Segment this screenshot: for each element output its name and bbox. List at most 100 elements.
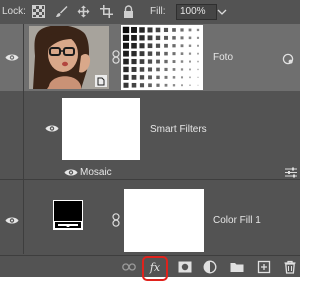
smart-filters-mask-thumbnail[interactable] <box>62 98 140 160</box>
chain-link-icon[interactable] <box>112 213 120 227</box>
mosaic-tile <box>122 34 130 41</box>
mosaic-tile <box>197 68 199 71</box>
fill-input[interactable]: 100% <box>176 4 217 20</box>
layer-mask-thumbnail[interactable] <box>124 189 204 252</box>
layers-panel: Lock: Fill: 100% Foto Smart Filters Mosa… <box>0 0 300 281</box>
mosaic-tile <box>196 36 200 39</box>
mosaic-tile <box>197 76 199 78</box>
mosaic-tile <box>197 52 199 55</box>
layer-row-foto[interactable]: Foto <box>0 24 300 91</box>
lock-position-icon[interactable] <box>77 5 90 18</box>
mosaic-tile <box>180 68 184 71</box>
eye-icon[interactable] <box>64 168 78 177</box>
mosaic-tile <box>188 44 192 47</box>
chain-link-icon[interactable] <box>112 50 120 64</box>
mosaic-tile <box>188 36 192 40</box>
mosaic-tile <box>155 51 161 56</box>
layer-name-foto[interactable]: Foto <box>213 52 233 63</box>
mosaic-tile <box>148 83 152 88</box>
mosaic-tile <box>139 59 145 64</box>
mosaic-tile <box>197 84 199 86</box>
mosaic-tile <box>131 50 137 57</box>
delete-layer-icon[interactable] <box>283 260 297 274</box>
new-group-icon[interactable] <box>230 260 244 274</box>
lock-image-pixels-icon[interactable] <box>55 5 68 18</box>
mosaic-tile <box>188 52 192 55</box>
mosaic-tile <box>189 84 191 86</box>
fill-layer-thumbnail[interactable] <box>53 200 83 230</box>
mosaic-tile <box>147 67 153 72</box>
lock-transparent-pixels-icon[interactable] <box>32 5 45 18</box>
mosaic-tile <box>123 58 129 65</box>
mosaic-tile <box>139 27 145 33</box>
mosaic-tile <box>163 27 169 33</box>
mosaic-tile <box>131 34 137 41</box>
eye-icon[interactable] <box>5 216 19 225</box>
mosaic-tile <box>156 59 160 64</box>
mosaic-tile <box>189 76 191 79</box>
visibility-column-divider <box>23 91 24 179</box>
adjustment-layer-icon[interactable] <box>203 260 217 274</box>
filter-name-mosaic[interactable]: Mosaic <box>80 167 112 178</box>
mosaic-tile <box>172 84 176 87</box>
mosaic-tile <box>123 50 129 57</box>
mosaic-tile <box>148 75 152 80</box>
mosaic-tile <box>164 51 168 56</box>
visibility-column-divider <box>23 180 24 254</box>
mosaic-tile <box>123 74 129 80</box>
mosaic-tile <box>131 58 137 65</box>
mosaic-tile <box>180 28 184 32</box>
lock-all-icon[interactable] <box>122 5 135 18</box>
mosaic-tile <box>172 52 176 56</box>
mosaic-tile <box>172 44 176 48</box>
mosaic-tile <box>188 28 192 32</box>
mosaic-tile <box>156 75 160 80</box>
mosaic-tile <box>131 74 137 80</box>
new-layer-icon[interactable] <box>257 260 271 274</box>
mosaic-tile <box>139 83 145 88</box>
mosaic-tile <box>164 59 168 64</box>
mosaic-tile <box>180 44 184 48</box>
layer-name-smart-filters[interactable]: Smart Filters <box>150 124 207 135</box>
mosaic-tile <box>164 67 168 72</box>
mosaic-tile <box>139 67 145 72</box>
mosaic-tile <box>197 60 199 63</box>
lock-artboard-icon[interactable] <box>100 5 113 18</box>
mosaic-tile <box>181 84 183 87</box>
eye-icon[interactable] <box>45 124 59 133</box>
mosaic-tile <box>131 82 137 88</box>
mosaic-tile <box>131 26 137 33</box>
add-mask-icon[interactable] <box>178 260 192 274</box>
chevron-down-icon[interactable] <box>215 4 229 20</box>
layer-row-color-fill-1[interactable]: Color Fill 1 <box>0 180 300 254</box>
eye-icon[interactable] <box>5 53 19 62</box>
smart-object-icon <box>282 53 294 65</box>
mosaic-tile <box>180 76 184 79</box>
mosaic-tile <box>189 68 191 71</box>
filter-mask-thumbnail[interactable] <box>121 25 203 90</box>
mosaic-tile <box>164 43 168 48</box>
mosaic-tile <box>147 59 153 64</box>
layer-name-color-fill-1[interactable]: Color Fill 1 <box>213 215 261 226</box>
mosaic-tile <box>147 43 153 49</box>
mosaic-tile <box>172 60 176 64</box>
layer-row-smart-filters[interactable]: Smart Filters Mosaic <box>0 91 300 179</box>
mosaic-tile <box>139 35 145 41</box>
lock-bar: Lock: Fill: 100% <box>0 0 300 24</box>
mosaic-tile <box>156 67 160 72</box>
mosaic-tile <box>196 28 200 32</box>
mosaic-tile <box>122 42 130 49</box>
mosaic-tile <box>123 82 129 88</box>
mosaic-tile <box>131 42 137 49</box>
layers-toolbar: fx <box>0 255 300 281</box>
mosaic-tile <box>172 76 176 79</box>
link-layers-icon[interactable] <box>122 260 136 274</box>
mosaic-tile <box>189 60 191 63</box>
mosaic-tile <box>155 27 161 33</box>
mosaic-tile <box>139 75 145 80</box>
filter-blending-options-icon[interactable] <box>285 167 297 178</box>
layer-thumbnail-photo[interactable] <box>29 26 109 89</box>
fx-button[interactable]: fx <box>142 256 168 281</box>
mosaic-tile <box>180 36 184 40</box>
mosaic-tile <box>164 83 168 87</box>
